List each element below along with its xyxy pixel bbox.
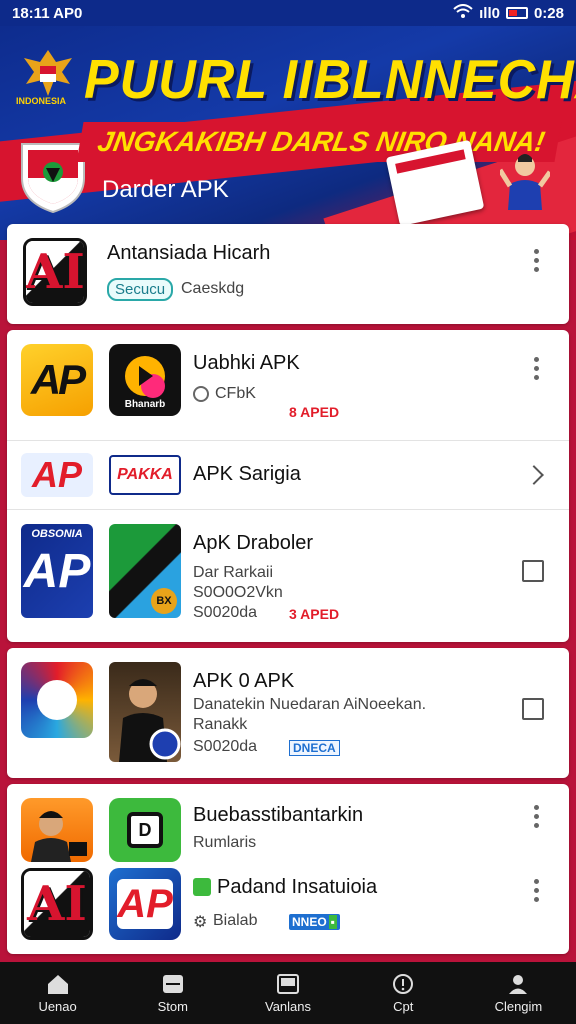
app-badge-text: NNEO — [292, 915, 327, 929]
app-line-3: S0020da — [193, 738, 258, 755]
app-dblue-glyph: AP — [23, 544, 91, 598]
circle-icon — [193, 386, 209, 402]
user-icon — [509, 974, 528, 994]
nav-item-home[interactable]: Uenao — [0, 962, 115, 1024]
banner-title: PUURL IIBLNNECHA — [84, 49, 576, 111]
app-ai-icon: AI — [23, 238, 87, 306]
app-dblue-icon: AP OBSONIA — [21, 524, 93, 618]
app-line-1: Dar Rarkaii — [193, 564, 274, 581]
info-circle-icon — [393, 973, 414, 994]
status-time-right: 0:28 — [533, 4, 564, 22]
home-icon — [47, 974, 68, 994]
app-title: APK 0 APK — [193, 670, 295, 692]
app-card-1[interactable]: AI Antansiada Hicarh Secucu Caeskdg — [7, 224, 569, 324]
app-title: Uabhki APK — [193, 352, 300, 374]
nav-label: Vanlans — [265, 998, 312, 1014]
app-dark-play-icon: Bhanarb — [109, 344, 181, 416]
app-dark-caption: Bhanarb — [124, 399, 166, 410]
more-menu-button[interactable] — [526, 802, 546, 830]
nav-item-store[interactable]: Stom — [115, 962, 230, 1024]
app-card-4: D Buebasstibantarkin Rumlaris AI AP Pada… — [7, 784, 569, 954]
app-card-2: AP Bhanarb Uabhki APK CFbK 8 APED AP PAK… — [7, 330, 569, 642]
app-row-uabhki[interactable]: AP Bhanarb Uabhki APK CFbK 8 APED — [7, 330, 569, 440]
person-illustration-icon — [500, 154, 550, 210]
signal-icon: ıll0 — [479, 4, 500, 22]
app-badge: 3 APED — [289, 606, 340, 622]
more-menu-button[interactable] — [526, 354, 546, 382]
nav-item-options[interactable]: Cpt — [346, 962, 461, 1024]
more-menu-button[interactable] — [526, 876, 546, 904]
nav-item-variants[interactable]: Vanlans — [230, 962, 345, 1024]
app-card-3[interactable]: APK 0 APK Danatekin Nuedaran AiNoeekan. … — [7, 648, 569, 778]
coin-icon: BX — [151, 588, 177, 614]
chevron-right-icon[interactable] — [524, 465, 544, 485]
nav-label: Clengim — [494, 998, 543, 1014]
app-photo-icon — [109, 662, 181, 762]
app-tag-icon: PAKKA — [109, 455, 181, 495]
status-bar: 18:11 AP0 ıll0 0:28 — [0, 0, 576, 26]
app-badge: DNECA — [289, 740, 340, 756]
inbox-icon — [277, 973, 299, 994]
nav-item-profile[interactable]: Clengim — [461, 962, 576, 1024]
banner-subtitle: JNGKAKIBH DARLS NIRO NANA! — [76, 122, 562, 162]
app-badge: NNEO ▪ — [289, 914, 340, 930]
app-ap-blue-icon: AP — [21, 453, 93, 497]
green-tag-icon — [193, 878, 211, 896]
store-icon — [162, 974, 183, 993]
app-title: Buebasstibantarkin — [193, 804, 364, 826]
battery-icon — [505, 7, 528, 19]
app-rainbow-face — [37, 680, 77, 720]
app-title: ApK Draboler — [193, 532, 314, 554]
app-line-2: Ranakk — [193, 716, 248, 733]
app-row-buebass[interactable]: Buebasstibantarkin Rumlaris — [7, 784, 569, 864]
select-checkbox[interactable] — [522, 698, 544, 720]
shield-icon — [21, 143, 85, 214]
garuda-emblem-icon — [24, 50, 72, 96]
app-line-2: S0O0O2Vkn — [193, 584, 283, 601]
status-icons: ıll0 0:28 — [453, 4, 564, 22]
nav-label: Uenao — [38, 998, 77, 1014]
banner-brand: Darder APK — [102, 176, 229, 203]
app-subtitle: Rumlaris — [193, 834, 257, 851]
bottom-navigation: Uenao Stom Vanlans Cpt Clengim — [0, 962, 576, 1024]
app-row-draboler[interactable]: AP OBSONIA BX ApK Draboler Dar Rarkaii S… — [7, 510, 569, 640]
app-subtitle: Bialab — [213, 912, 258, 929]
gear-icon: ⚙ — [193, 914, 208, 931]
app-row-padand[interactable]: Padand Insatuioia ⚙ Bialab NNEO ▪ — [7, 866, 569, 952]
app-ap-yellow-icon: AP — [21, 344, 93, 416]
more-menu-button[interactable] — [526, 246, 546, 274]
app-tag-pill: Secucu — [107, 278, 174, 301]
app-line-1: Danatekin Nuedaran AiNoeekan. — [193, 696, 427, 713]
app-ai-glyph: AI — [26, 241, 84, 303]
app-badge: 8 APED — [289, 404, 340, 420]
wifi-icon — [453, 4, 473, 22]
promo-banner[interactable]: INDONESIA PUURL IIBLNNECHA JNGKAKIBH DAR… — [0, 0, 576, 240]
select-checkbox[interactable] — [522, 560, 544, 582]
app-line-3: S0020da — [193, 604, 258, 621]
app-row-sarigia[interactable]: AP PAKKA APK Sarigia — [7, 441, 569, 509]
app-subtitle: Caeskdg — [181, 280, 245, 297]
status-time-left: 18:11 AP0 — [12, 4, 83, 22]
app-split-icon: BX — [109, 524, 181, 618]
app-title: Padand Insatuioia — [217, 876, 378, 898]
nav-label: Stom — [157, 998, 188, 1014]
app-title: Antansiada Hicarh — [107, 242, 271, 264]
nav-label: Cpt — [393, 998, 414, 1014]
app-rainbow-icon — [21, 662, 93, 738]
app-subtitle: CFbK — [215, 385, 256, 402]
app-dblue-caption: OBSONIA — [31, 528, 83, 540]
emblem-label: INDONESIA — [16, 96, 67, 106]
person-photo-icon — [119, 679, 181, 762]
app-title: APK Sarigia — [193, 463, 301, 485]
